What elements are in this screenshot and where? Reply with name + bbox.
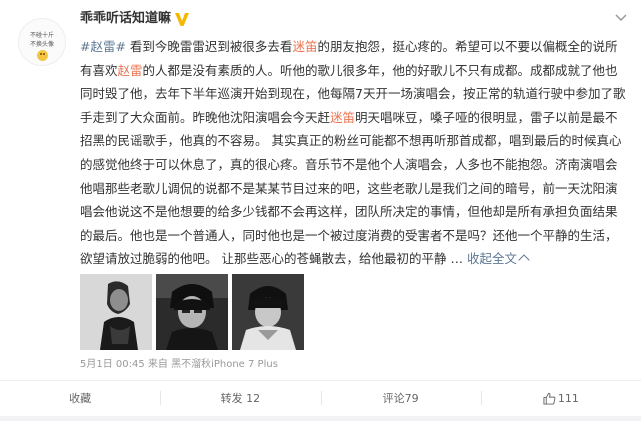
thumbs-up-icon	[543, 392, 556, 405]
photo-thumbnail[interactable]	[232, 274, 304, 350]
post-meta: 5月1日 00:45 来自 黑不溜秋iPhone 7 Plus	[80, 359, 278, 370]
verified-badge-icon	[175, 13, 189, 26]
mention-link[interactable]: 赵雷	[118, 63, 143, 78]
collapse-full-text-link[interactable]: 收起全文	[466, 251, 530, 267]
photo-thumbnail[interactable]	[156, 274, 228, 350]
avatar-caption-line1: 不碰十斤	[29, 32, 54, 39]
chevron-down-icon[interactable]	[615, 14, 627, 22]
chevron-up-icon	[518, 254, 530, 267]
avatar[interactable]: 不碰十斤 不换头像	[18, 18, 66, 66]
favorite-label: 收藏	[69, 392, 92, 405]
post-text-segment: 看到今晚雷雷迟到被很多去看	[125, 39, 293, 54]
photo-image	[232, 274, 304, 350]
comment-button[interactable]: 评论79	[320, 381, 481, 415]
post-text: #赵雷# 看到今晚雷雷迟到被很多去看迷笛的朋友抱怨，挺心疼的。希望可以不要以偏概…	[80, 35, 628, 271]
photo-image	[156, 274, 228, 350]
photo-image	[80, 274, 152, 350]
smiley-icon	[37, 50, 48, 61]
action-bar: 收藏 转发 12 评论79 111	[0, 381, 641, 415]
photo-thumbnail[interactable]	[80, 274, 152, 350]
weibo-post-card: 不碰十斤 不换头像 乖乖听话知道嘛 #赵雷# 看到今晚雷雷迟到被很多去看迷笛的朋…	[0, 0, 641, 421]
hashtag-link[interactable]: #赵雷#	[80, 39, 126, 54]
card-bottom-border	[0, 416, 641, 421]
repost-label: 转发 12	[220, 392, 261, 405]
post-text-segment: 明天唱咪豆，嗓子哑的很明显，雷子以前是最不招黑的民谣歌手，他真的不容易。 其实真…	[80, 109, 622, 267]
mention-link[interactable]: 迷笛	[292, 39, 317, 54]
avatar-caption-line2: 不换头像	[29, 41, 54, 48]
repost-button[interactable]: 转发 12	[160, 381, 320, 415]
like-count: 111	[557, 391, 579, 405]
comment-label: 评论79	[382, 392, 419, 405]
collapse-label: 收起全文	[466, 251, 517, 267]
mention-link[interactable]: 迷笛	[330, 110, 355, 125]
favorite-button[interactable]: 收藏	[0, 381, 160, 415]
username[interactable]: 乖乖听话知道嘛	[80, 10, 171, 28]
like-button[interactable]: 111	[480, 381, 641, 415]
